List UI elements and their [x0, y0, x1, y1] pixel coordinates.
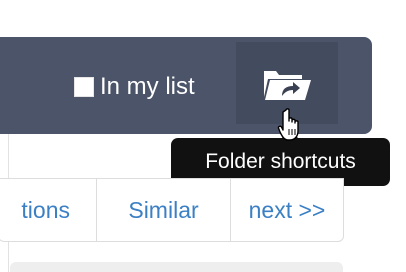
- tab-strip: tions Similar next >>: [0, 178, 344, 242]
- tab-next[interactable]: next >>: [230, 179, 343, 241]
- tab-similar[interactable]: Similar: [96, 179, 230, 241]
- next-section-bar: [10, 262, 343, 272]
- in-my-list-label: In my list: [100, 73, 195, 100]
- hand-cursor-icon: [276, 108, 302, 147]
- in-my-list-checkbox[interactable]: [74, 77, 94, 97]
- tab-options[interactable]: tions: [0, 179, 96, 241]
- folder-shortcut-icon: [264, 71, 311, 100]
- in-my-list-toggle[interactable]: In my list: [74, 72, 195, 102]
- page: In my list Folder shortcuts tions Simila…: [0, 0, 406, 272]
